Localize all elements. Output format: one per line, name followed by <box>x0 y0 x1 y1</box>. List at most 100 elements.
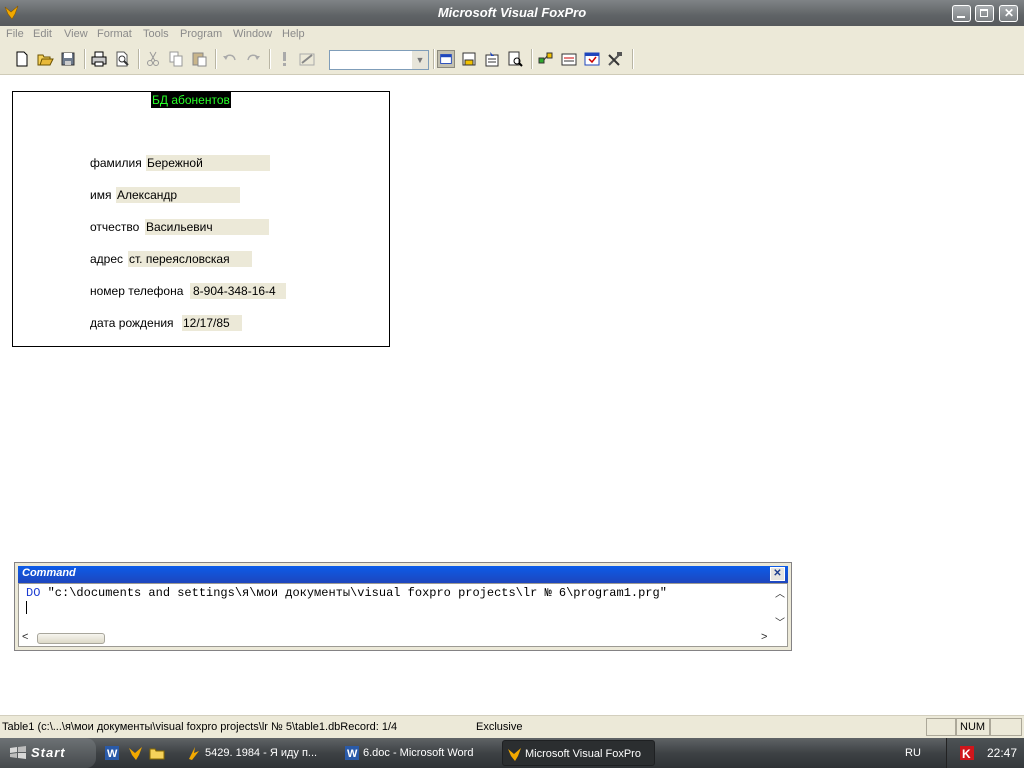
clock[interactable]: 22:47 <box>987 746 1017 760</box>
vertical-scrollbar[interactable]: ︿ ﹀ <box>771 584 787 646</box>
word-quicklaunch-icon[interactable]: W <box>104 745 120 761</box>
address-field[interactable]: ст. переясловская <box>128 251 252 267</box>
taskbar: Start W 5429. 1984 - Я иду п... W 6.doc … <box>0 738 1024 768</box>
command-window-icon[interactable] <box>437 50 455 68</box>
print-preview-icon[interactable] <box>113 50 131 68</box>
window-title: Microsoft Visual FoxPro <box>437 5 587 20</box>
undo-icon[interactable] <box>221 50 239 68</box>
command-title-bar[interactable]: Command ✕ <box>18 566 788 583</box>
minimize-button[interactable] <box>952 5 971 22</box>
chevron-down-icon[interactable]: ▼ <box>412 51 428 69</box>
form-wizard-icon[interactable] <box>537 50 555 68</box>
data-session-icon[interactable] <box>460 50 478 68</box>
new-icon[interactable] <box>13 50 31 68</box>
phone-field[interactable]: 8-904-348-16-4 <box>190 283 286 299</box>
task-word[interactable]: W 6.doc - Microsoft Word <box>341 740 494 766</box>
properties-icon[interactable] <box>483 50 501 68</box>
status-bar: Table1 (c:\...\я\мои документы\visual fo… <box>0 715 1024 739</box>
task-word-label: 6.doc - Microsoft Word <box>363 747 474 759</box>
phone-label: номер телефона <box>90 284 184 298</box>
form-designer-icon[interactable] <box>583 50 601 68</box>
windows-logo-icon <box>10 746 26 759</box>
close-button[interactable]: ✕ <box>999 5 1018 22</box>
svg-text:W: W <box>107 748 118 760</box>
horizontal-scrollbar[interactable]: < > <box>19 630 772 646</box>
close-icon: ✕ <box>1004 6 1015 20</box>
menu-help[interactable]: Help <box>282 28 305 40</box>
toolbar-separator <box>269 49 271 69</box>
word-icon: W <box>345 746 359 760</box>
surname-field[interactable]: Бережной <box>146 155 270 171</box>
command-line: DO "c:\documents and settings\я\мои доку… <box>26 586 667 600</box>
status-mode: Exclusive <box>476 721 523 733</box>
maximize-icon <box>980 9 988 17</box>
print-icon[interactable] <box>90 50 108 68</box>
name-field[interactable]: Александр <box>116 187 240 203</box>
foxpro-quicklaunch-icon[interactable] <box>127 745 143 761</box>
save-icon[interactable] <box>59 50 77 68</box>
menu-view[interactable]: View <box>64 28 88 40</box>
menu-file[interactable]: File <box>6 28 24 40</box>
open-icon[interactable] <box>36 50 54 68</box>
toolbar-separator <box>138 49 140 69</box>
form-title: БД абонентов <box>151 92 231 108</box>
title-bar: Microsoft Visual FoxPro ✕ <box>0 0 1024 26</box>
command-keyword: DO <box>26 586 41 600</box>
task-foxpro-label: Microsoft Visual FoxPro <box>525 748 641 760</box>
paste-icon[interactable] <box>190 50 208 68</box>
surname-label: фамилия <box>90 156 142 170</box>
close-icon[interactable]: ✕ <box>770 567 785 581</box>
folder-quicklaunch-icon[interactable] <box>149 745 165 761</box>
task-winamp-label: 5429. 1984 - Я иду п... <box>205 747 318 759</box>
menu-bar: File Edit View Format Tools Program Wind… <box>0 26 1024 45</box>
winamp-icon <box>189 747 199 760</box>
menu-edit[interactable]: Edit <box>33 28 52 40</box>
status-scroll-box <box>990 718 1022 736</box>
birthdate-field[interactable]: 12/17/85 <box>182 315 242 331</box>
task-foxpro[interactable]: Microsoft Visual FoxPro <box>502 740 655 766</box>
kaspersky-icon[interactable]: K <box>959 745 975 761</box>
patronymic-label: отчество <box>90 220 140 234</box>
svg-text:W: W <box>347 748 358 760</box>
copy-icon[interactable] <box>167 50 185 68</box>
menu-program[interactable]: Program <box>180 28 222 40</box>
menu-window[interactable]: Window <box>233 28 272 40</box>
modify-form-icon[interactable] <box>298 50 316 68</box>
toolbar-combo[interactable]: ▼ <box>329 50 429 70</box>
menu-format[interactable]: Format <box>97 28 132 40</box>
scroll-down-icon[interactable]: ﹀ <box>775 614 785 629</box>
system-tray: K 22:47 <box>946 738 1024 768</box>
code-icon[interactable] <box>506 50 524 68</box>
toolbar-separator <box>531 49 533 69</box>
toolbar-separator <box>84 49 86 69</box>
status-caps-box <box>926 718 956 736</box>
menu-tools[interactable]: Tools <box>143 28 169 40</box>
address-label: адрес <box>90 252 124 266</box>
command-title: Command <box>22 567 76 579</box>
patronymic-field[interactable]: Васильевич <box>145 219 269 235</box>
text-caret <box>26 601 27 614</box>
start-button[interactable]: Start <box>0 738 96 768</box>
svg-text:K: K <box>962 747 971 761</box>
minimize-icon <box>957 16 965 18</box>
subscribers-form: БД абонентов фамилия Бережной имя Алекса… <box>12 91 390 347</box>
run-icon[interactable] <box>275 50 293 68</box>
foxpro-icon <box>508 748 521 761</box>
command-editor[interactable]: DO "c:\documents and settings\я\мои доку… <box>18 583 788 647</box>
command-text: "c:\documents and settings\я\мои докумен… <box>40 586 667 600</box>
language-indicator[interactable]: RU <box>905 747 921 759</box>
scroll-up-icon[interactable]: ︿ <box>775 585 785 600</box>
horizontal-scroll-thumb[interactable] <box>37 633 105 644</box>
report-wizard-icon[interactable] <box>560 50 578 68</box>
toolbar-separator <box>433 49 435 69</box>
maximize-button[interactable] <box>975 5 994 22</box>
status-table-info: Table1 (c:\...\я\мои документы\visual fo… <box>2 721 398 733</box>
scroll-right-icon[interactable]: > <box>761 631 767 643</box>
cut-icon[interactable] <box>144 50 162 68</box>
command-window: Command ✕ DO "c:\documents and settings\… <box>14 562 792 651</box>
build-icon[interactable] <box>606 50 624 68</box>
redo-icon[interactable] <box>244 50 262 68</box>
status-num: NUM <box>956 718 990 736</box>
task-winamp[interactable]: 5429. 1984 - Я иду п... <box>183 740 333 766</box>
scroll-left-icon[interactable]: < <box>22 631 28 643</box>
